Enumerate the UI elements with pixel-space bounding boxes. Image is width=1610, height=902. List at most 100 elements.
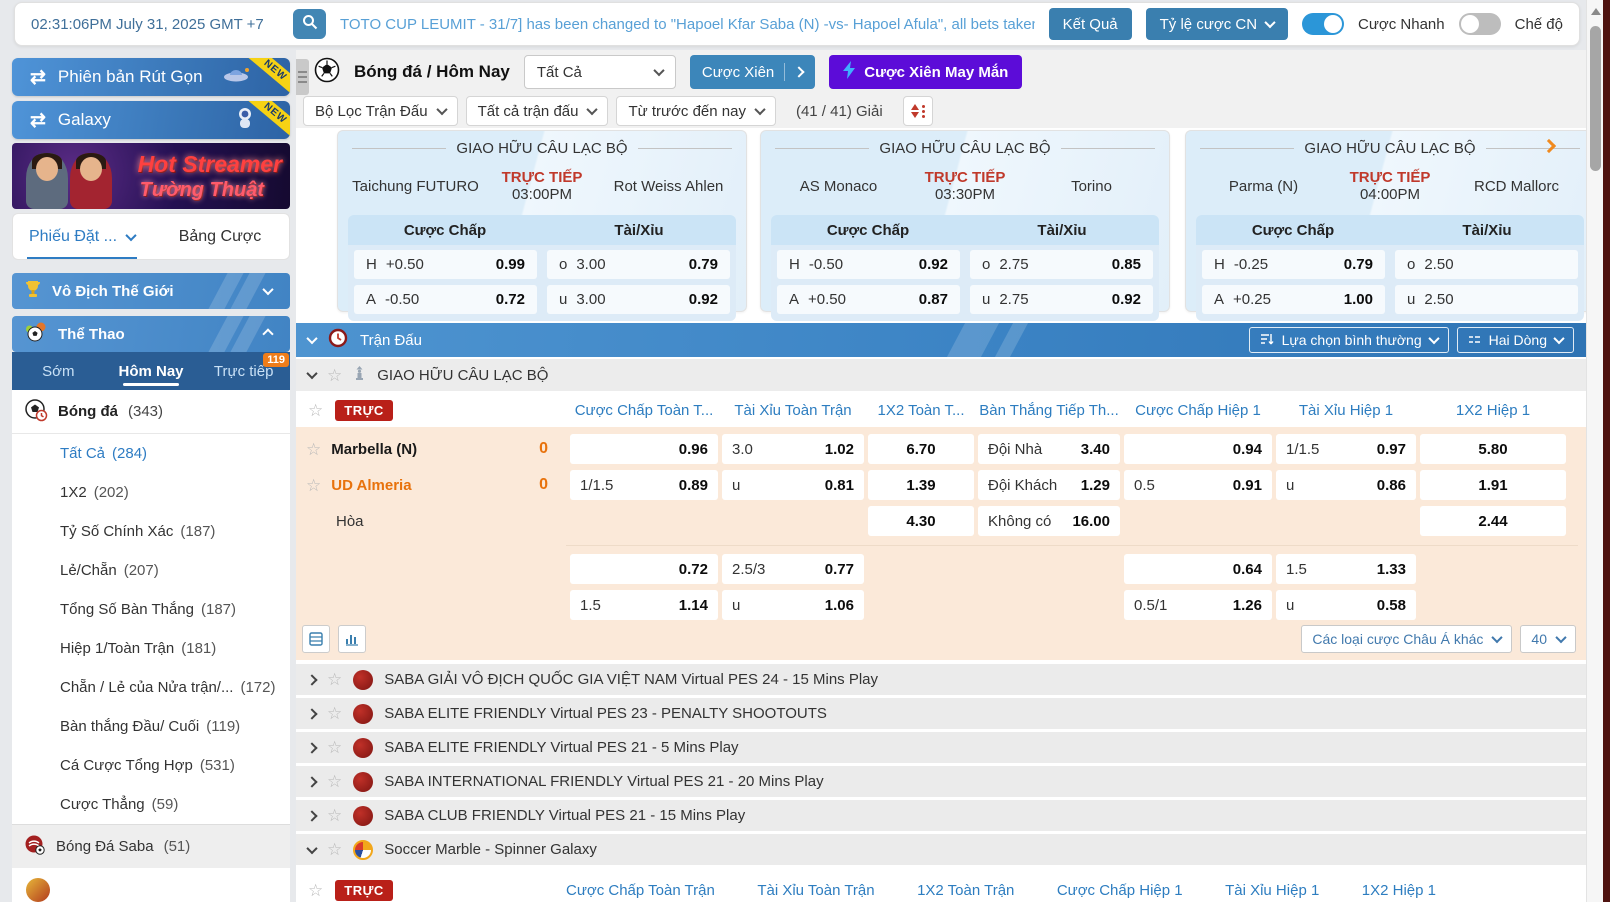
odds-cell[interactable]: 1.51.33: [1276, 554, 1416, 584]
odds-cell-hdp-away[interactable]: A+0.251.00: [1202, 285, 1385, 314]
favorite-star-icon[interactable]: ☆: [327, 773, 342, 790]
odds-cell[interactable]: 4.30: [868, 506, 974, 536]
asian-bet-types-dropdown[interactable]: Các loại cược Châu Á khác: [1301, 625, 1512, 653]
odds-cell[interactable]: 0.94: [1124, 434, 1272, 464]
favorite-star-icon[interactable]: ☆: [327, 367, 342, 384]
odds-cell-hdp-home[interactable]: H-0.500.92: [777, 250, 960, 279]
odds-cell-hdp-home[interactable]: H-0.250.79: [1202, 250, 1385, 279]
menu-item-mix-parlay[interactable]: Cá Cược Tổng Hợp(531): [12, 746, 290, 785]
odds-cell[interactable]: 1/1.50.89: [570, 470, 718, 500]
odds-cell[interactable]: u0.58: [1276, 590, 1416, 620]
league-row[interactable]: ☆ SABA GIẢI VÔ ĐỊCH QUỐC GIA VIỆT NAM Vi…: [296, 664, 1586, 695]
odds-cell[interactable]: Đội Nhà3.40: [978, 434, 1120, 464]
menu-item-total-goals[interactable]: Tổng Số Bàn Thắng(187): [12, 590, 290, 629]
favorite-star-icon[interactable]: ☆: [327, 739, 342, 756]
odds-cell[interactable]: 0.50.91: [1124, 470, 1272, 500]
favorite-star-icon[interactable]: ☆: [308, 402, 323, 419]
menu-item-first-last-goal[interactable]: Bàn thắng Đầu/ Cuối(119): [12, 707, 290, 746]
collapse-sidebar-handle[interactable]: [296, 59, 309, 95]
odds-cell[interactable]: 1.51.14: [570, 590, 718, 620]
odds-cell-hdp-home[interactable]: H+0.500.99: [354, 250, 537, 279]
chevron-down-icon[interactable]: [306, 842, 317, 853]
menu-item-correct-score[interactable]: Tỷ Số Chính Xác(187): [12, 512, 290, 551]
odds-cell-under[interactable]: u3.000.92: [547, 285, 730, 314]
tab-today[interactable]: Hôm Nay: [105, 352, 198, 390]
favorite-star-icon[interactable]: ☆: [327, 807, 342, 824]
odds-cell[interactable]: u0.81: [722, 470, 864, 500]
search-button[interactable]: [293, 9, 326, 39]
hot-streamer-banner[interactable]: Hot Streamer Tường Thuật: [12, 143, 290, 209]
odds-cell[interactable]: 3.01.02: [722, 434, 864, 464]
favorite-star-icon[interactable]: ☆: [308, 882, 323, 899]
normal-selection-dropdown[interactable]: Lựa chọn bình thường: [1249, 327, 1449, 353]
menu-item-odd-even[interactable]: Lẻ/Chẵn(207): [12, 551, 290, 590]
odds-cell-under[interactable]: u2.750.92: [970, 285, 1153, 314]
odds-cell-hdp-away[interactable]: A-0.500.72: [354, 285, 537, 314]
odds-cell[interactable]: u0.86: [1276, 470, 1416, 500]
odds-cell[interactable]: 2.44: [1420, 506, 1566, 536]
galaxy-version-button[interactable]: ⇄ Galaxy NEW: [12, 101, 290, 139]
odds-cell-over[interactable]: o3.000.79: [547, 250, 730, 279]
sport-filter-dropdown[interactable]: Tất Cả: [524, 55, 676, 89]
odds-cell[interactable]: 6.70: [868, 434, 974, 464]
league-section-row[interactable]: ☆ GIAO HỮU CÂU LẠC BỘ: [296, 359, 1586, 391]
favorite-star-icon[interactable]: ☆: [327, 841, 342, 858]
compact-version-button[interactable]: ⇄ Phiên bản Rút Gọn NEW: [12, 58, 290, 96]
tab-bet-slip[interactable]: Phiếu Đặt ...: [13, 214, 151, 259]
page-size-dropdown[interactable]: 40: [1520, 625, 1576, 653]
odds-cell[interactable]: 0.72: [570, 554, 718, 584]
league-row[interactable]: ☆ SABA INTERNATIONAL FRIENDLY Virtual PE…: [296, 766, 1586, 797]
favorite-star-icon[interactable]: ☆: [306, 477, 321, 494]
odds-cell[interactable]: Đội Khách1.29: [978, 470, 1120, 500]
lucky-parlay-button[interactable]: Cược Xiên May Mắn: [829, 55, 1022, 89]
odds-cell[interactable]: u1.06: [722, 590, 864, 620]
odds-cell-under[interactable]: u2.50: [1395, 285, 1578, 314]
menu-item-half-odd-even[interactable]: Chẵn / Lẻ của Nửa trận/...(172): [12, 668, 290, 707]
odds-cell-hdp-away[interactable]: A+0.500.87: [777, 285, 960, 314]
table-view-button[interactable]: [302, 625, 330, 653]
menu-item-ht-ft[interactable]: Hiệp 1/Toàn Trận(181): [12, 629, 290, 668]
odds-cell[interactable]: 2.5/30.77: [722, 554, 864, 584]
sort-button[interactable]: [903, 96, 933, 126]
all-matches-dropdown[interactable]: Tất cả trận đấu: [466, 96, 609, 126]
tab-live[interactable]: Trực tiếp119: [197, 352, 290, 390]
favorite-star-icon[interactable]: ☆: [306, 441, 321, 458]
two-line-dropdown[interactable]: Hai Dòng: [1457, 327, 1574, 353]
menu-item-1x2[interactable]: 1X2(202): [12, 473, 290, 512]
next-sport-icon[interactable]: [26, 878, 50, 902]
tab-early[interactable]: Sớm: [12, 352, 105, 390]
menu-football[interactable]: Bóng đá (343): [12, 390, 290, 434]
parlay-button[interactable]: Cược Xiên: [690, 55, 815, 89]
time-range-dropdown[interactable]: Từ trước đến nay: [616, 96, 775, 126]
odds-cell[interactable]: 5.80: [1420, 434, 1566, 464]
menu-item-all[interactable]: Tất Cả(284): [12, 434, 290, 473]
chevron-right-icon[interactable]: [306, 776, 317, 787]
favorite-star-icon[interactable]: ☆: [327, 671, 342, 688]
chevron-down-icon[interactable]: [306, 368, 317, 379]
odds-cell[interactable]: 0.5/11.26: [1124, 590, 1272, 620]
odds-type-dropdown[interactable]: Tỷ lệ cược CN: [1146, 8, 1288, 40]
world-championship-section[interactable]: Vô Địch Thế Giới: [12, 273, 290, 309]
chevron-right-icon[interactable]: [306, 708, 317, 719]
vertical-scrollbar[interactable]: [1586, 0, 1603, 902]
stats-chart-button[interactable]: [338, 625, 366, 653]
chevron-right-icon[interactable]: [306, 810, 317, 821]
next-cards-arrow[interactable]: [1544, 138, 1554, 156]
odds-cell[interactable]: 0.96: [570, 434, 718, 464]
league-row[interactable]: ☆ SABA CLUB FRIENDLY Virtual PES 21 - 15…: [296, 800, 1586, 831]
results-button[interactable]: Kết Quả: [1049, 8, 1132, 40]
chevron-right-icon[interactable]: [306, 674, 317, 685]
tab-bet-board[interactable]: Bảng Cược: [151, 214, 289, 259]
collapse-chevron-icon[interactable]: [306, 333, 317, 344]
odds-cell[interactable]: 0.64: [1124, 554, 1272, 584]
odds-cell[interactable]: 1.39: [868, 470, 974, 500]
league-row[interactable]: ☆ Soccer Marble - Spinner Galaxy: [296, 834, 1586, 865]
quick-bet-toggle[interactable]: [1302, 13, 1344, 35]
league-row[interactable]: ☆ SABA ELITE FRIENDLY Virtual PES 21 - 5…: [296, 732, 1586, 763]
league-row[interactable]: ☆ SABA ELITE FRIENDLY Virtual PES 23 - P…: [296, 698, 1586, 729]
scroll-up-arrow[interactable]: [1591, 8, 1601, 15]
announcement-marquee[interactable]: TOTO CUP LEUMIT - 31/7] has been changed…: [340, 16, 1035, 33]
odds-cell[interactable]: 1.91: [1420, 470, 1566, 500]
odds-cell-over[interactable]: o2.50: [1395, 250, 1578, 279]
odds-cell-over[interactable]: o2.750.85: [970, 250, 1153, 279]
